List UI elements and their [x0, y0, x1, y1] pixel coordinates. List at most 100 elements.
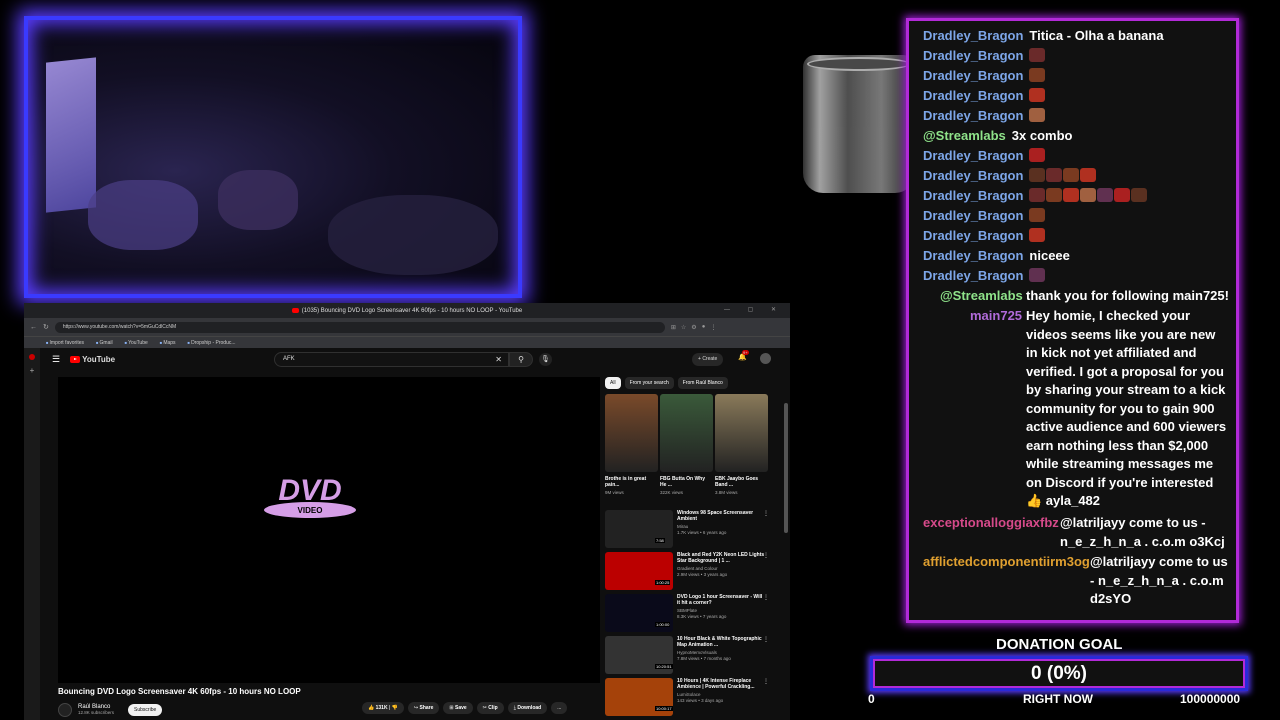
- chat-text-line: on Discord if you're interested: [1026, 474, 1214, 490]
- youtube-sidebar-icon[interactable]: [29, 354, 35, 360]
- emote-icon: [1063, 188, 1080, 202]
- recommendation-item[interactable]: 10:00:17 10 Hours | 4K Intense Fireplace…: [605, 676, 775, 718]
- chat-username[interactable]: exceptionalloggiaxfbz: [923, 514, 1059, 533]
- rec-meta: HypnoMemoVisuals 7.8M views • 7 months ag…: [677, 650, 731, 661]
- donation-label: RIGHT NOW: [1023, 692, 1093, 706]
- short-title: Brothe is in great pain...: [605, 476, 647, 488]
- scrollbar[interactable]: [784, 403, 788, 533]
- chat-text-line: n_e_z_h_n_a . c.o.m o3Kcj: [1060, 533, 1225, 549]
- short-card[interactable]: EBK Jaaybo Goes Band ... 3.8M views: [715, 394, 768, 495]
- rec-more-icon[interactable]: ⋮: [763, 594, 769, 601]
- chip-from-channel[interactable]: From Raúl Blanco: [677, 377, 728, 389]
- chat-username[interactable]: Dradley_Bragon: [923, 48, 1023, 63]
- window-controls[interactable]: — ▢ ✕: [724, 306, 784, 313]
- chat-text-line: @latriljayy come to us: [1090, 554, 1228, 569]
- bookmark-item[interactable]: Dropship - Produc...: [188, 340, 235, 346]
- rec-title[interactable]: DVD Logo 1 hour Screensaver - Will it hi…: [677, 594, 765, 606]
- bookmark-item[interactable]: Import favorites: [46, 340, 84, 346]
- add-icon[interactable]: +: [24, 366, 40, 375]
- emote-icon: [1029, 88, 1046, 102]
- recommendation-item[interactable]: 1:00:25 Black and Red Y2K Neon LED Light…: [605, 550, 775, 592]
- bookmark-item[interactable]: Gmail: [96, 340, 113, 346]
- recommendation-item[interactable]: 10:20:51 10 Hour Black & White Topograph…: [605, 634, 775, 676]
- recommendation-item[interactable]: 7:58 Windows 98 Space Screensaver Ambien…: [605, 508, 775, 550]
- chip-all[interactable]: All: [605, 377, 621, 389]
- notifications-icon[interactable]: 🔔 9+: [738, 350, 749, 361]
- like-button[interactable]: 👍 131K | 👎: [362, 702, 404, 714]
- chat-username[interactable]: @Streamlabs: [923, 128, 1006, 143]
- video-player[interactable]: DVD VIDEO: [58, 377, 600, 683]
- more-actions-button[interactable]: ...: [551, 702, 568, 714]
- share-button[interactable]: ↪ Share: [407, 702, 440, 714]
- clip-button[interactable]: ✂ Clip: [476, 702, 504, 714]
- chat-message: Dradley_Bragon: [923, 187, 1148, 206]
- chat-username[interactable]: Dradley_Bragon: [923, 248, 1023, 263]
- subscribe-button[interactable]: Subscribe: [128, 704, 163, 716]
- menu-icon: ⋮: [710, 324, 717, 331]
- chat-username[interactable]: Dradley_Bragon: [923, 228, 1023, 243]
- search-button[interactable]: ⚲: [509, 352, 533, 367]
- short-thumbnail[interactable]: [660, 394, 713, 472]
- chat-message: Dradley_Bragon: [923, 167, 1097, 186]
- emote-icon: [1131, 188, 1148, 202]
- recommendation-item[interactable]: 1:00:00 DVD Logo 1 hour Screensaver - Wi…: [605, 592, 775, 634]
- chat-text-line: videos seems like you are new: [1026, 326, 1216, 342]
- chat-username[interactable]: Dradley_Bragon: [923, 28, 1023, 43]
- chat-panel-tab: [1109, 19, 1129, 21]
- mic-icon[interactable]: 🎙: [539, 353, 552, 366]
- dvd-logo-subtext: VIDEO: [298, 506, 323, 515]
- emote-icon: [1063, 168, 1080, 182]
- short-thumbnail[interactable]: [715, 394, 768, 472]
- tab-title[interactable]: (1035) Bouncing DVD Logo Screensaver 4K …: [302, 308, 522, 314]
- chat-username[interactable]: main725: [970, 307, 1022, 326]
- avatar[interactable]: [760, 353, 771, 364]
- create-button[interactable]: + Create: [692, 353, 724, 366]
- chat-message: Dradley_Bragon: [923, 207, 1046, 226]
- short-thumbnail[interactable]: [605, 394, 658, 472]
- chat-username[interactable]: Dradley_Bragon: [923, 68, 1023, 83]
- clear-search-icon[interactable]: ✕: [495, 353, 502, 366]
- extension-icons[interactable]: ⊞ ☆ ⚙ ● ⋮: [671, 324, 716, 331]
- search-input[interactable]: AFK ✕: [274, 352, 509, 367]
- short-views: 322K views: [660, 490, 684, 495]
- chat-username[interactable]: @Streamlabs: [940, 287, 1023, 306]
- bookmark-item[interactable]: Maps: [160, 340, 175, 346]
- bookmarks-bar: Import favorites Gmail YouTube Maps Drop…: [24, 336, 790, 348]
- chat-username[interactable]: Dradley_Bragon: [923, 148, 1023, 163]
- chat-username[interactable]: Dradley_Bragon: [923, 168, 1023, 183]
- rec-more-icon[interactable]: ⋮: [763, 636, 769, 643]
- save-button[interactable]: ⊞ Save: [443, 702, 473, 714]
- back-icon[interactable]: ←: [30, 324, 37, 331]
- bookmark-item[interactable]: YouTube: [125, 340, 148, 346]
- chat-text: niceee: [1029, 248, 1070, 263]
- chat-username[interactable]: Dradley_Bragon: [923, 108, 1023, 123]
- rec-more-icon[interactable]: ⋮: [763, 552, 769, 559]
- download-button[interactable]: ⤓ Download: [507, 702, 548, 714]
- emote-icon: [1097, 188, 1114, 202]
- profile-icon: ●: [701, 323, 706, 330]
- rec-title[interactable]: 10 Hour Black & White Topographic Map An…: [677, 636, 765, 648]
- chat-username[interactable]: afflictedcomponentiirm3og: [923, 553, 1090, 572]
- rec-title[interactable]: Black and Red Y2K Neon LED Lights Star B…: [677, 552, 765, 564]
- youtube-logo[interactable]: YouTube: [70, 355, 115, 364]
- hamburger-menu-icon[interactable]: ☰: [52, 354, 60, 365]
- reload-icon[interactable]: ↻: [43, 323, 49, 331]
- short-card[interactable]: FBG Butta On Why He ... 322K views: [660, 394, 713, 495]
- rec-more-icon[interactable]: ⋮: [763, 678, 769, 685]
- chip-from-search[interactable]: From your search: [624, 377, 674, 389]
- webcam-feed: [24, 16, 522, 298]
- channel-avatar[interactable]: [58, 703, 72, 717]
- rec-more-icon[interactable]: ⋮: [763, 510, 769, 517]
- chat-username[interactable]: Dradley_Bragon: [923, 88, 1023, 103]
- rec-duration: 1:00:00: [655, 622, 671, 627]
- rec-title[interactable]: 10 Hours | 4K Intense Fireplace Ambience…: [677, 678, 765, 690]
- chat-username[interactable]: Dradley_Bragon: [923, 268, 1023, 283]
- chat-username[interactable]: Dradley_Bragon: [923, 208, 1023, 223]
- glass-overlay: [803, 55, 915, 193]
- emote-icon: [1029, 208, 1046, 222]
- browser-titlebar: (1035) Bouncing DVD Logo Screensaver 4K …: [24, 303, 790, 318]
- chat-username[interactable]: Dradley_Bragon: [923, 188, 1023, 203]
- rec-title[interactable]: Windows 98 Space Screensaver Ambient: [677, 510, 765, 522]
- url-field[interactable]: https://www.youtube.com/watch?v=5mGuCdlC…: [54, 321, 665, 333]
- short-card[interactable]: Brothe is in great pain... 9M views: [605, 394, 658, 495]
